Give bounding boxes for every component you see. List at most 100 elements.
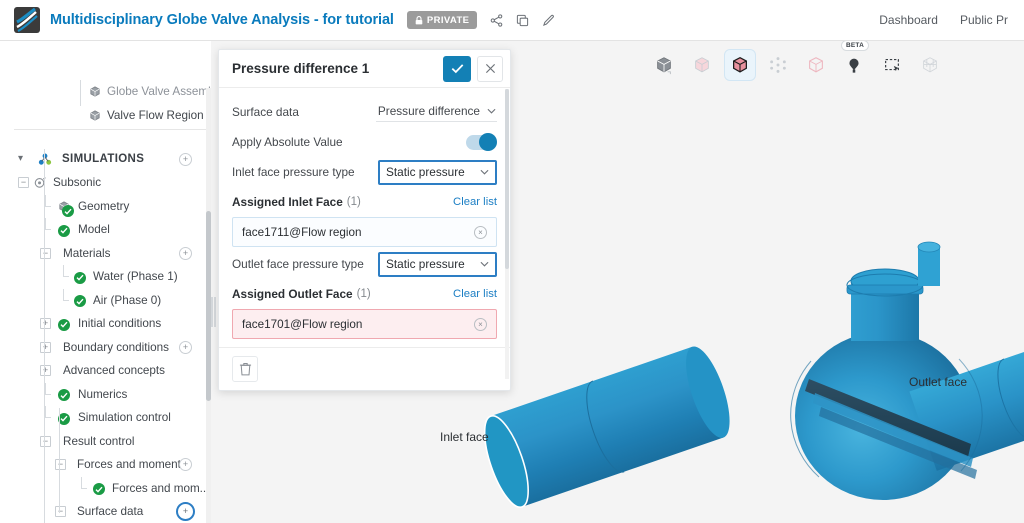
check-icon [74, 271, 86, 284]
dialog-header: Pressure difference 1 [219, 50, 510, 88]
top-header: Multidisciplinary Globe Valve Analysis -… [0, 0, 1024, 41]
tree-item-label: Numerics [78, 387, 128, 401]
sidebar-item-forces-and-moments[interactable]: − Forces and moments + [0, 453, 206, 477]
sidebar-item-valve-flow-region[interactable]: Valve Flow Region [0, 104, 206, 128]
sidebar-item-surface-data[interactable]: − Surface data + [0, 500, 206, 523]
add-item-button[interactable]: + [179, 152, 192, 166]
outlet-face-chip[interactable]: face1701@Flow region × [232, 309, 497, 339]
simscale-logo[interactable] [14, 7, 40, 33]
viewport-toolbar[interactable]: BETA [649, 41, 945, 81]
sidebar-item-simulation-control[interactable]: Simulation control [0, 406, 206, 430]
sidebar-item-advanced-concepts[interactable]: + Advanced concepts [0, 359, 206, 383]
check-icon [93, 483, 107, 497]
sidebar-item-water-phase-1[interactable]: Water (Phase 1) [0, 265, 206, 289]
tree-item-label: Result control [63, 434, 135, 448]
tree-item-label: Geometry [78, 199, 130, 213]
remove-icon[interactable]: × [474, 317, 487, 331]
view-cube-shadow-icon[interactable] [649, 50, 679, 80]
tree-guide [80, 80, 81, 106]
trash-icon [239, 363, 251, 376]
add-item-button[interactable]: + [176, 502, 195, 522]
inlet-type-row: Inlet face pressure type Static pressure [232, 157, 497, 187]
sidebar-item-simulations[interactable]: ▾ SIMULATIONS + [0, 148, 206, 172]
outlet-clear-list-link[interactable]: Clear list [453, 288, 497, 300]
geometry-part-icon [88, 109, 102, 123]
apply-absolute-toggle[interactable] [466, 133, 497, 151]
check-icon [58, 318, 72, 332]
sidebar-item-globe-valve-assembly[interactable]: Globe Valve Assembly [0, 80, 211, 104]
surface-data-select[interactable]: Pressure difference [375, 103, 497, 122]
tree-toggle[interactable]: − [40, 247, 51, 259]
sidebar-item-initial-conditions[interactable]: + Initial conditions [0, 312, 206, 336]
nav-dashboard[interactable]: Dashboard [879, 13, 938, 27]
tree-guide [45, 229, 51, 230]
tree-guide [63, 276, 69, 277]
share-icon[interactable] [490, 13, 503, 27]
simulations-icon [38, 153, 52, 167]
tree-item-label: Simulation control [78, 411, 171, 425]
dialog-title: Pressure difference 1 [232, 61, 370, 76]
remove-icon[interactable]: × [474, 225, 487, 239]
private-badge-label: PRIVATE [426, 14, 470, 26]
lock-icon [415, 15, 423, 24]
tree-guide [81, 487, 87, 489]
copy-icon[interactable] [516, 14, 529, 27]
sidebar-item-boundary-conditions[interactable]: + Boundary conditions + [0, 336, 206, 360]
tree-toggle[interactable]: + [40, 365, 51, 377]
sidebar-item-materials[interactable]: − Materials + [0, 242, 206, 266]
project-tree-sidebar[interactable]: Globe Valve Assembly Valve Flow Region ▾ SI… [0, 41, 211, 523]
chevron-down-icon [487, 108, 496, 114]
box-select-icon[interactable] [877, 50, 907, 80]
select-volume-icon[interactable] [801, 50, 831, 80]
sidebar-item-result-control[interactable]: − Result control [0, 430, 206, 454]
application-window: Multidisciplinary Globe Valve Analysis -… [0, 0, 1024, 523]
check-icon [74, 295, 86, 307]
outlet-type-select[interactable]: Static pressure [378, 251, 497, 277]
tree-toggle[interactable]: − [55, 459, 66, 471]
pressure-difference-dialog: Pressure difference 1 Surface data Press… [218, 49, 511, 391]
select-solid-icon[interactable] [724, 49, 756, 81]
sidebar-item-geometry[interactable]: Geometry [0, 194, 206, 219]
surface-data-row: Surface data Pressure difference [232, 97, 497, 127]
tree-guide [63, 299, 69, 301]
confirm-button[interactable] [443, 55, 471, 82]
sidebar-item-forces-and-mom[interactable]: Forces and mom... [0, 476, 209, 501]
mesh-view-icon[interactable] [915, 50, 945, 80]
pencil-icon[interactable] [542, 14, 555, 27]
sidebar-resize-handle[interactable] [211, 296, 216, 328]
inlet-face-label: Inlet face [440, 430, 489, 444]
tree-item-label: Initial conditions [78, 317, 162, 331]
tree-toggle[interactable]: − [40, 435, 51, 447]
delete-button[interactable] [232, 356, 258, 382]
add-item-button[interactable]: + [179, 458, 192, 472]
sidebar-item-model[interactable]: Model [0, 218, 206, 242]
close-button[interactable] [477, 55, 503, 82]
outlet-type-row: Outlet face pressure type Static pressur… [232, 249, 497, 279]
select-faces-icon[interactable] [687, 50, 717, 80]
dialog-scrollbar-thumb[interactable] [505, 89, 509, 269]
geometry-part-icon [88, 85, 102, 99]
inlet-face-chip[interactable]: face1711@Flow region × [232, 217, 497, 247]
inlet-type-select[interactable]: Static pressure [378, 159, 497, 185]
private-badge: PRIVATE [406, 11, 478, 29]
magnet-select-icon[interactable]: BETA [839, 41, 870, 80]
add-item-button[interactable]: + [179, 340, 192, 354]
tree-toggle[interactable]: − [18, 177, 29, 189]
select-points-icon[interactable] [763, 50, 793, 80]
tree-guide [45, 393, 51, 395]
sidebar-item-air-phase-0[interactable]: Air (Phase 0) [0, 288, 206, 313]
add-item-button[interactable]: + [179, 246, 192, 260]
inlet-clear-list-link[interactable]: Clear list [453, 196, 497, 208]
sidebar-item-subsonic[interactable]: − Subsonic [0, 171, 206, 195]
tree-toggle[interactable]: − [55, 506, 66, 518]
tree-item-label: Model [78, 223, 110, 237]
assigned-inlet-header: Assigned Inlet Face (1) Clear list [232, 187, 497, 217]
sidebar-item-numerics[interactable]: Numerics [0, 382, 206, 407]
nav-public-projects[interactable]: Public Pr [960, 13, 1008, 27]
chevron-down-icon[interactable]: ▾ [18, 154, 23, 164]
assigned-inlet-label: Assigned Inlet Face [232, 195, 343, 209]
assigned-outlet-label: Assigned Outlet Face [232, 287, 353, 301]
tree-toggle[interactable]: + [40, 341, 51, 353]
tree-item-label: Boundary conditions [63, 340, 169, 354]
tree-toggle[interactable]: + [40, 318, 51, 330]
